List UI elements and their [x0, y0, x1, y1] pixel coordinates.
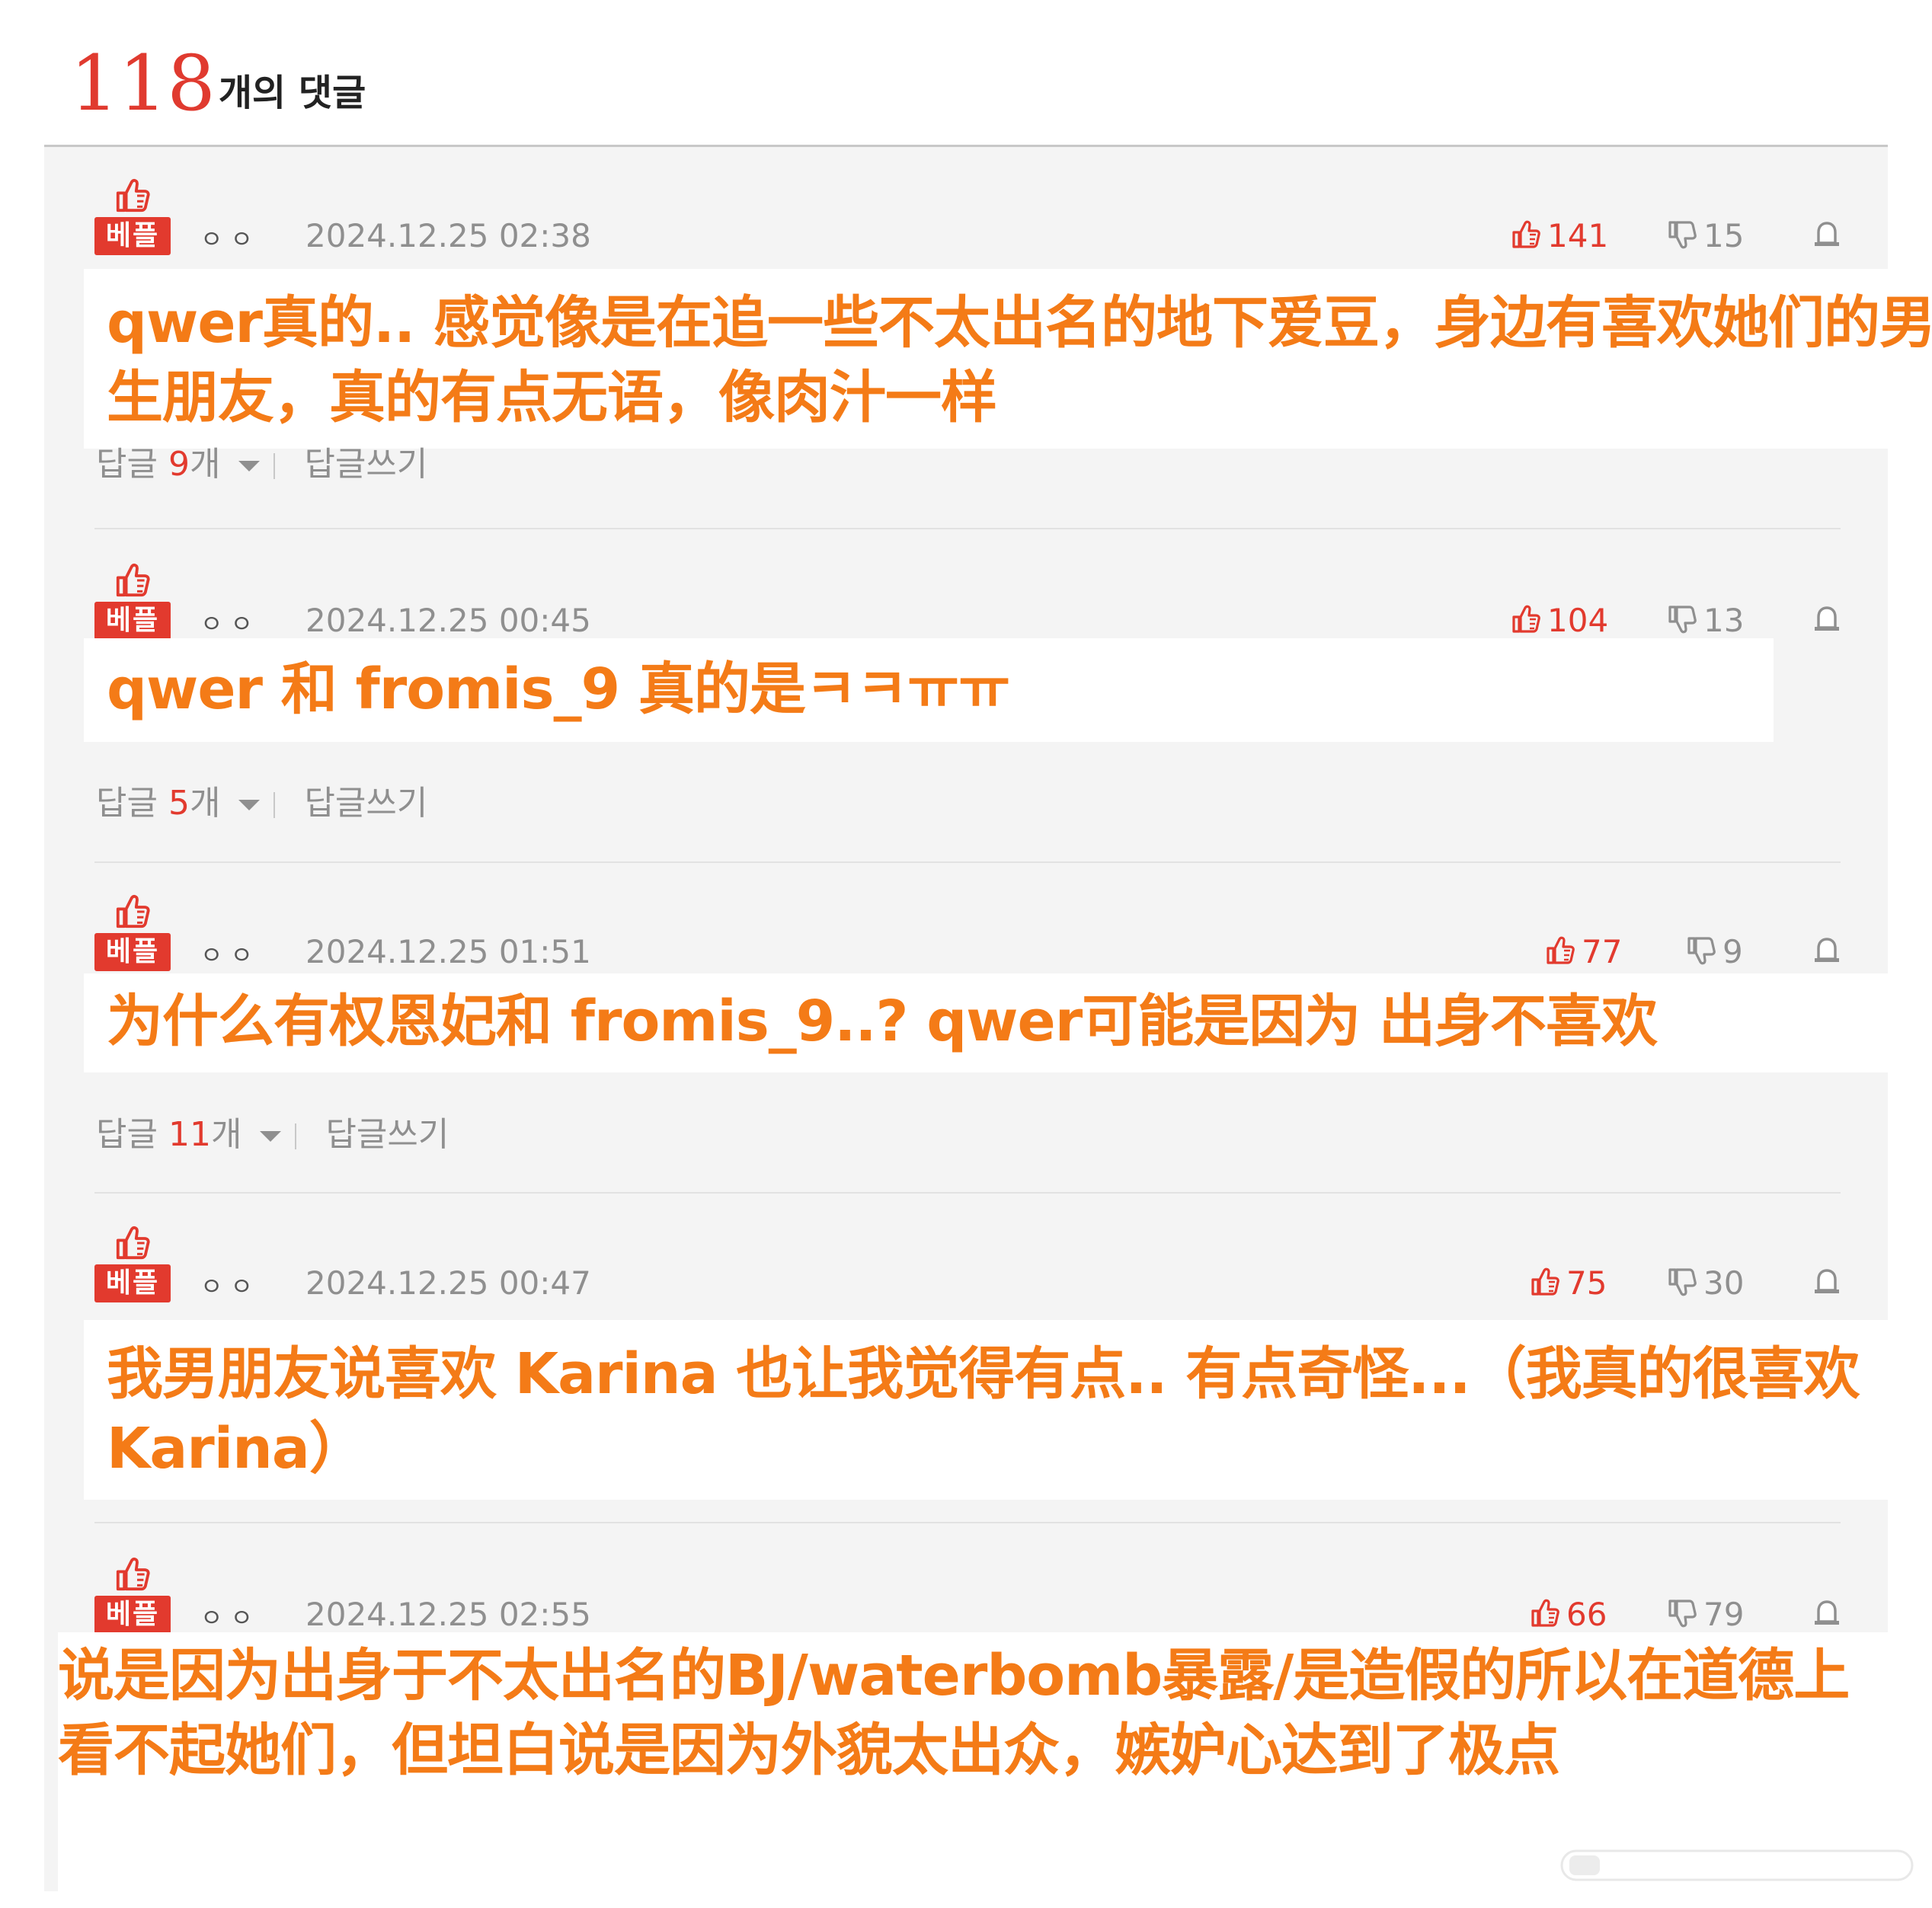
upvote-button[interactable]: 104: [1511, 602, 1608, 639]
thumbs-up-icon: [1530, 1598, 1560, 1628]
upvote-count: 141: [1547, 217, 1609, 254]
comment-count: 118: [70, 39, 216, 128]
comment-body-overlay: qwer真的.. 感觉像是在追一些不太出名的地下爱豆，身边有喜欢她们的男生朋友，…: [84, 269, 1932, 449]
thumbs-up-icon: [1545, 935, 1575, 966]
thumbs-down-icon: [1667, 219, 1697, 250]
reply-controls: 답글 5개 답글쓰기: [96, 775, 427, 824]
caret-down-icon: [238, 461, 261, 471]
comment-count-label: 개의 댓글: [218, 72, 366, 114]
upvote-button[interactable]: 66: [1530, 1596, 1607, 1633]
best-comment-badge: 베플: [94, 177, 171, 255]
comment-count-header: 118개의 댓글: [70, 38, 366, 129]
comment-divider: [94, 528, 1841, 529]
thumbs-down-icon: [1667, 1267, 1697, 1297]
thumbs-down-icon: [1686, 935, 1716, 966]
divider: [273, 792, 276, 818]
upvote-count: 77: [1582, 933, 1623, 970]
downvote-count: 30: [1703, 1264, 1745, 1302]
best-comment-badge: 베플: [94, 1556, 171, 1634]
comment-author[interactable]: ㅇㅇ: [200, 936, 261, 971]
comment-list: 베플 ㅇㅇ 2024.12.25 02:38 141 15 qwer真的.. 感…: [44, 147, 1932, 1891]
report-icon[interactable]: [1812, 219, 1842, 249]
comment-date: 2024.12.25 02:55: [305, 1596, 591, 1633]
reply-count: 5: [168, 784, 190, 823]
comment-body-overlay: qwer 和 fromis_9 真的是ㅋㅋㅠㅠ: [84, 638, 1774, 742]
divider: [295, 1123, 297, 1149]
reply-toggle[interactable]: 답글 5개: [96, 784, 273, 823]
report-icon[interactable]: [1812, 1597, 1842, 1628]
divider: [273, 453, 276, 479]
comment-body-overlay: 为什么有权恩妃和 fromis_9..? qwer可能是因为 出身不喜欢: [84, 973, 1926, 1072]
comment-date: 2024.12.25 00:47: [305, 1264, 591, 1302]
comment-divider: [94, 1192, 1841, 1194]
comment-divider: [94, 1522, 1841, 1523]
thumbs-up-icon: [1511, 604, 1541, 634]
upvote-button[interactable]: 141: [1511, 217, 1608, 254]
best-comment-badge: 베플: [94, 893, 171, 971]
reply-toggle[interactable]: 답글 9개: [96, 445, 273, 484]
comment-author[interactable]: ㅇㅇ: [200, 1267, 261, 1302]
write-reply-link[interactable]: 답글쓰기: [304, 447, 427, 484]
upvote-button[interactable]: 77: [1545, 933, 1622, 970]
thumbs-up-icon: [1511, 219, 1541, 250]
best-label: 베플: [94, 1264, 171, 1302]
downvote-button[interactable]: 15: [1667, 217, 1744, 254]
upvote-count: 66: [1566, 1596, 1607, 1633]
best-label: 베플: [94, 217, 171, 255]
comment-date: 2024.12.25 01:51: [305, 933, 591, 970]
write-reply-link[interactable]: 답글쓰기: [325, 1115, 449, 1154]
comment-author[interactable]: ㅇㅇ: [200, 605, 261, 640]
caret-down-icon: [238, 800, 261, 810]
upvote-count: 104: [1547, 602, 1609, 639]
reply-controls: 답글 11개 답글쓰기: [96, 1107, 449, 1155]
thumbs-down-icon: [1667, 604, 1697, 634]
reply-toggle[interactable]: 답글 11개: [96, 1115, 295, 1154]
report-icon[interactable]: [1812, 1266, 1842, 1296]
downvote-button[interactable]: 30: [1667, 1264, 1744, 1302]
reply-count: 11: [168, 1115, 211, 1154]
downvote-button[interactable]: 13: [1667, 602, 1744, 639]
thumbs-up-icon: [111, 177, 154, 214]
watermark-graphic: [1560, 1849, 1914, 1881]
reply-count: 9: [168, 445, 190, 484]
report-icon[interactable]: [1812, 603, 1842, 634]
thumbs-up-icon: [111, 1225, 154, 1261]
best-label: 베플: [94, 602, 171, 640]
best-comment-badge: 베플: [94, 562, 171, 640]
downvote-button[interactable]: 9: [1686, 933, 1743, 970]
thumbs-up-icon: [111, 562, 154, 599]
best-label: 베플: [94, 1596, 171, 1634]
write-reply-link[interactable]: 답글쓰기: [304, 784, 427, 823]
thumbs-up-icon: [111, 893, 154, 930]
best-label: 베플: [94, 933, 171, 971]
caret-down-icon: [260, 1131, 282, 1142]
downvote-count: 15: [1703, 217, 1745, 254]
comment-author[interactable]: ㅇㅇ: [200, 220, 261, 255]
downvote-button[interactable]: 79: [1667, 1596, 1744, 1633]
downvote-count: 79: [1703, 1596, 1745, 1633]
comment-author[interactable]: ㅇㅇ: [200, 1599, 261, 1634]
thumbs-down-icon: [1667, 1598, 1697, 1628]
best-comment-badge: 베플: [94, 1225, 171, 1302]
comment-date: 2024.12.25 00:45: [305, 602, 591, 639]
thumbs-up-icon: [1530, 1267, 1560, 1297]
report-icon[interactable]: [1812, 935, 1842, 965]
downvote-count: 9: [1722, 933, 1743, 970]
upvote-count: 75: [1566, 1264, 1607, 1302]
upvote-button[interactable]: 75: [1530, 1264, 1607, 1302]
downvote-count: 13: [1703, 602, 1745, 639]
comment-date: 2024.12.25 02:38: [305, 217, 591, 254]
comment-divider: [94, 861, 1841, 863]
thumbs-up-icon: [111, 1556, 154, 1593]
comment-body-overlay: 我男朋友说喜欢 Karina 也让我觉得有点.. 有点奇怪...（我真的很喜欢 …: [84, 1320, 1911, 1500]
